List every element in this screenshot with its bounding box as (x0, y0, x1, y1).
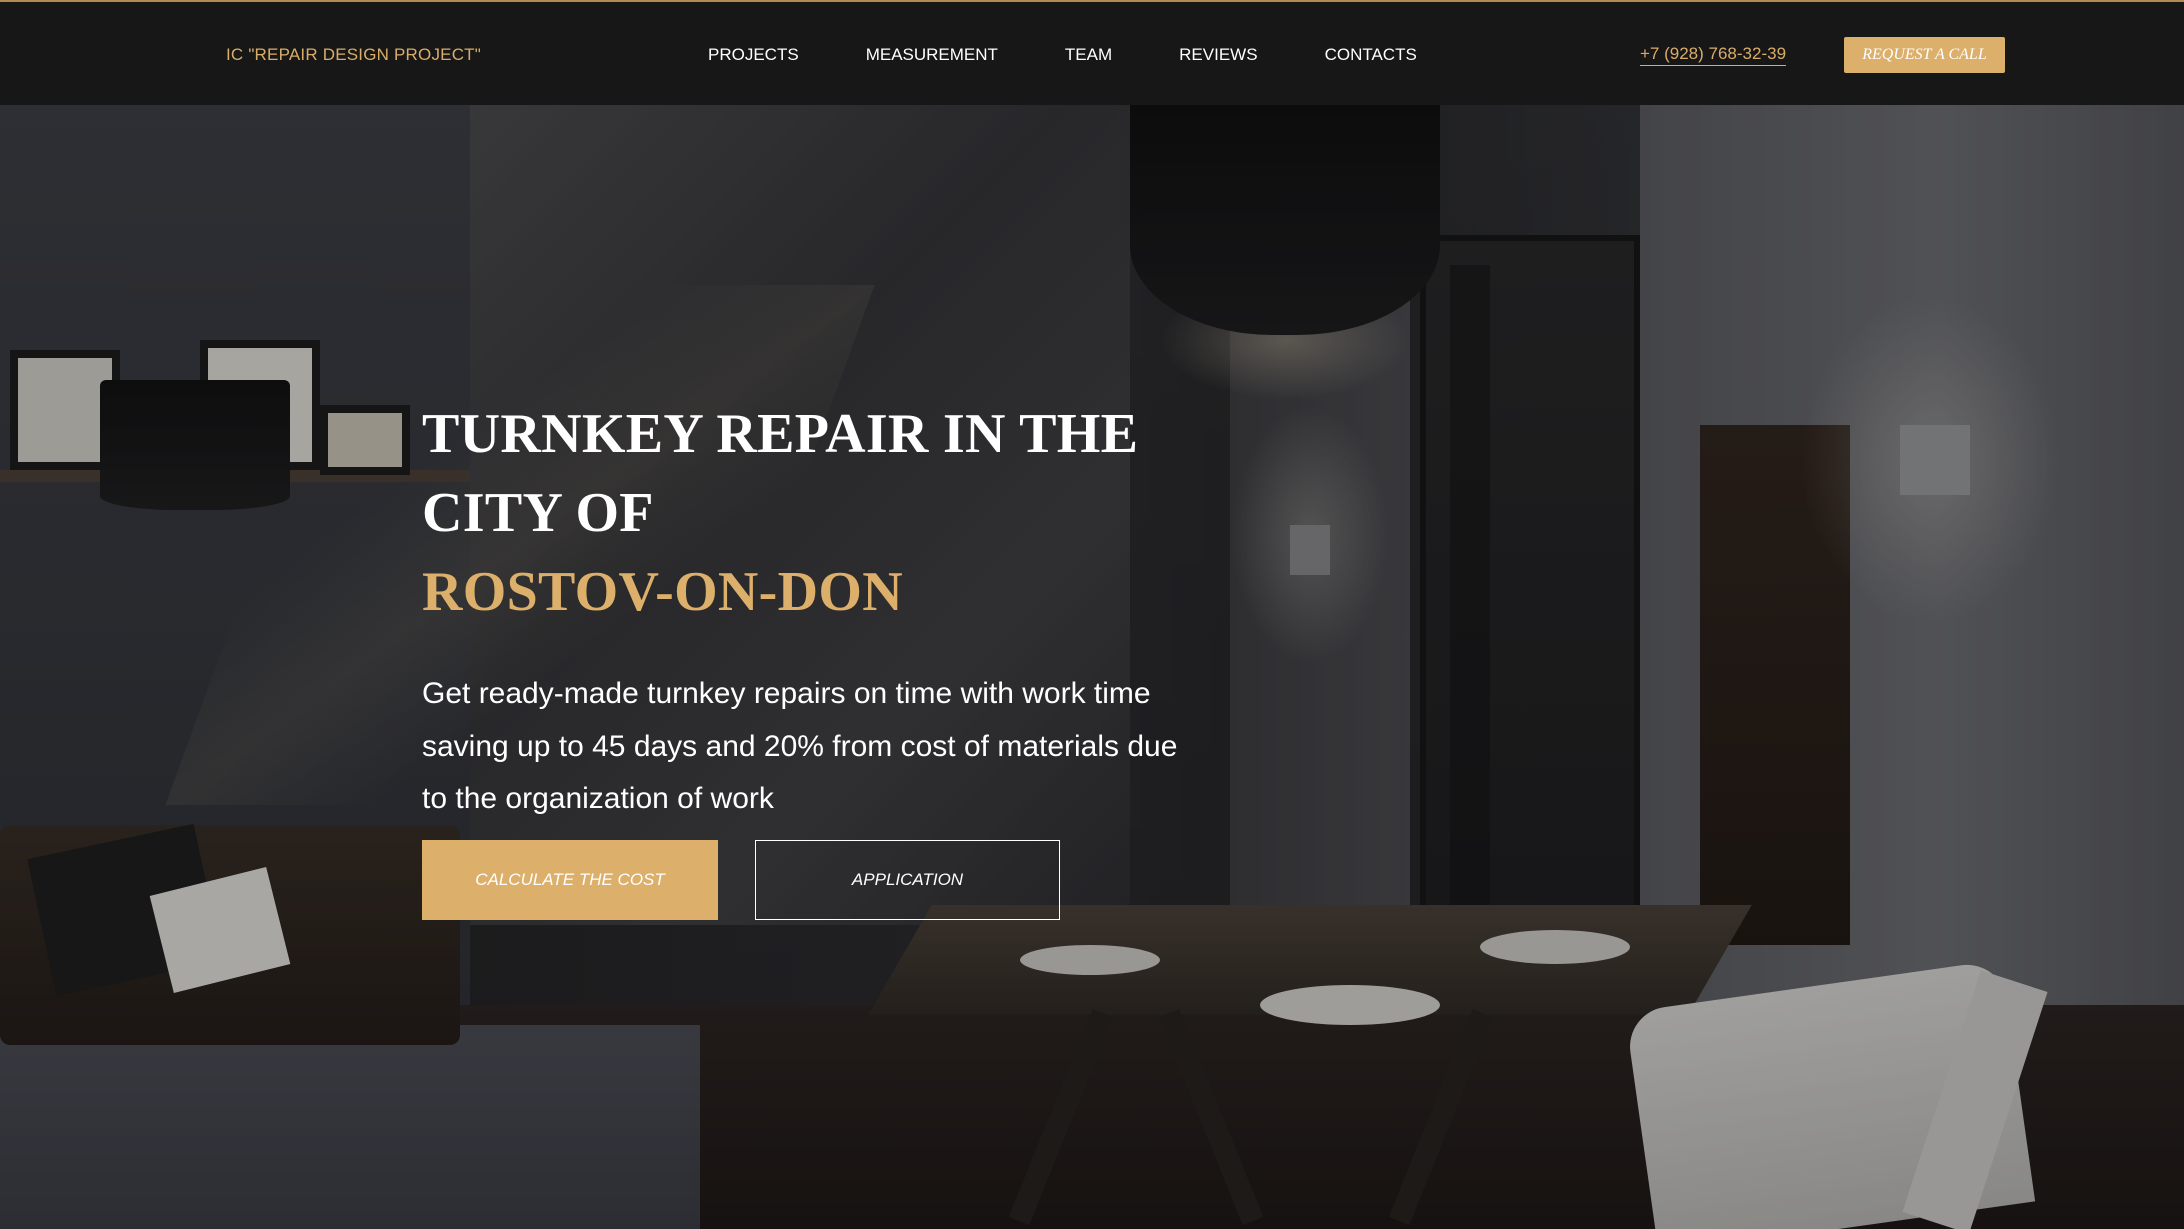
hero-description: Get ready-made turnkey repairs on time w… (422, 677, 1178, 815)
hero-title-city: ROSTOV-ON-DON (422, 561, 903, 623)
request-call-button[interactable]: REQUEST A CALL (1844, 37, 2005, 73)
landing-page: IC "REPAIR DESIGN PROJECT" PROJECTS MEAS… (0, 0, 2184, 1229)
hero-title-line-1: TURNKEY REPAIR IN THE (422, 403, 1139, 465)
hero-buttons: CALCULATE THE COST APPLICATION (422, 840, 1060, 920)
site-header: IC "REPAIR DESIGN PROJECT" PROJECTS MEAS… (0, 0, 2184, 105)
hero-content: TURNKEY REPAIR IN THE CITY OF ROSTOV-ON-… (422, 395, 1222, 920)
nav-item-measurement[interactable]: MEASUREMENT (866, 45, 998, 65)
main-nav: PROJECTS MEASUREMENT TEAM REVIEWS CONTAC… (708, 45, 1417, 65)
nav-item-contacts[interactable]: CONTACTS (1325, 45, 1417, 65)
nav-item-team[interactable]: TEAM (1065, 45, 1112, 65)
nav-item-reviews[interactable]: REVIEWS (1179, 45, 1257, 65)
hero-title: TURNKEY REPAIR IN THE CITY OF ROSTOV-ON-… (422, 395, 1222, 632)
company-logo[interactable]: IC "REPAIR DESIGN PROJECT" (226, 45, 481, 65)
nav-item-projects[interactable]: PROJECTS (708, 45, 799, 65)
application-button[interactable]: APPLICATION (755, 840, 1060, 920)
phone-link[interactable]: +7 (928) 768-32-39 (1640, 44, 1787, 66)
hero-title-line-2: CITY OF (422, 482, 654, 544)
calculate-cost-button[interactable]: CALCULATE THE COST (422, 840, 718, 920)
